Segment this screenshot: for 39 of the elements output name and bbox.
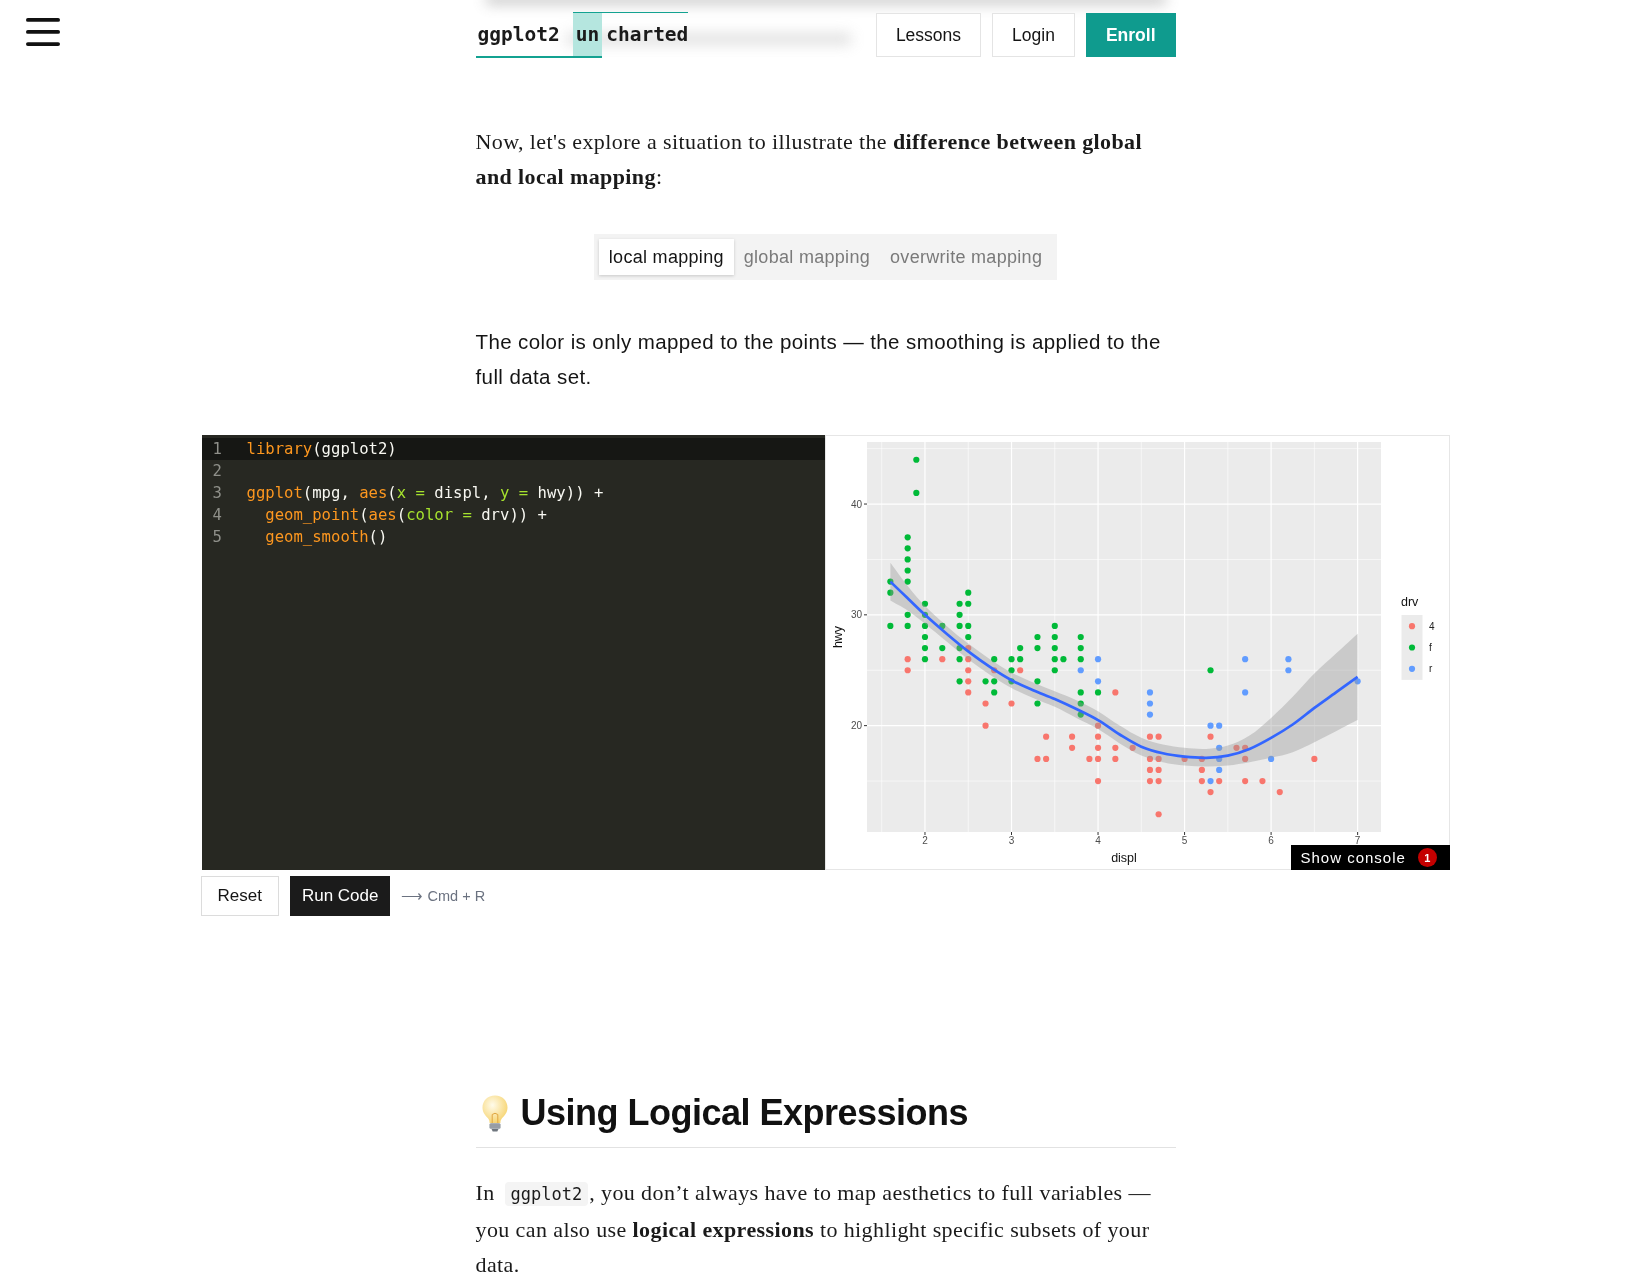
paragraph: Now, let's explore a situation to illustrate the difference between global and local mapping: <box>475 127 1144 191</box>
code-line: ggplot(mpg, aes(x = displ, y = hwy)) + <box>246 483 605 504</box>
axis-tick-label: 7 <box>1354 831 1360 846</box>
axis-tick-label: 5 <box>1181 831 1187 846</box>
paragraph: The color is only mapped to the points — the smoothing is applied to the full data set. <box>475 328 1162 390</box>
x-tick-label: 4 <box>1094 835 1101 846</box>
legend-label: f <box>1428 642 1432 654</box>
line-number: 5 <box>211 527 223 548</box>
code-line: geom_point(aes(color = drv)) + <box>264 505 548 526</box>
y-tick-label: 30 <box>850 609 862 621</box>
legend-title: drv <box>1400 595 1418 609</box>
line-number: 1 <box>211 439 223 460</box>
x-tick-label: 2 <box>921 835 928 846</box>
axis-tick-label: 6 <box>1267 831 1274 846</box>
axis-title: hwy <box>830 625 845 649</box>
axis-tick-label: 4 <box>1094 831 1101 846</box>
axis-tick-label: 20 <box>850 720 867 732</box>
line-number: 2 <box>211 461 223 482</box>
legend-label: r <box>1428 663 1432 675</box>
line-number: 3 <box>211 483 223 504</box>
axis-tick-label: 40 <box>850 498 867 510</box>
y-tick-label: 40 <box>850 498 862 510</box>
code-line: library(ggplot2) <box>246 439 398 460</box>
x-tick-label: 5 <box>1181 835 1188 846</box>
section-heading: Using Logical Expressions <box>520 1091 969 1135</box>
paragraph: In ggplot2 , you don’t always have to map aesthetics to full variables — you can also use logical expressions to highlight specific subsets of your data. <box>475 1179 1152 1279</box>
legend-label: 4 <box>1428 620 1435 632</box>
y-tick-label: 20 <box>850 720 862 732</box>
shortcut-hint: ⟶ Cmd + R <box>401 888 486 904</box>
axis-tick-label: 3 <box>1008 831 1014 846</box>
axis-title: displ <box>1110 851 1137 865</box>
axis-tick-label: 30 <box>850 609 867 621</box>
x-tick-label: 7 <box>1354 835 1361 846</box>
axis-tick-label: 2 <box>921 831 928 846</box>
x-tick-label: 3 <box>1008 835 1015 846</box>
code-line: geom_smooth() <box>264 527 389 548</box>
count-badge: 1 <box>1417 848 1437 867</box>
line-number: 4 <box>211 505 223 526</box>
x-tick-label: 6 <box>1267 835 1274 846</box>
